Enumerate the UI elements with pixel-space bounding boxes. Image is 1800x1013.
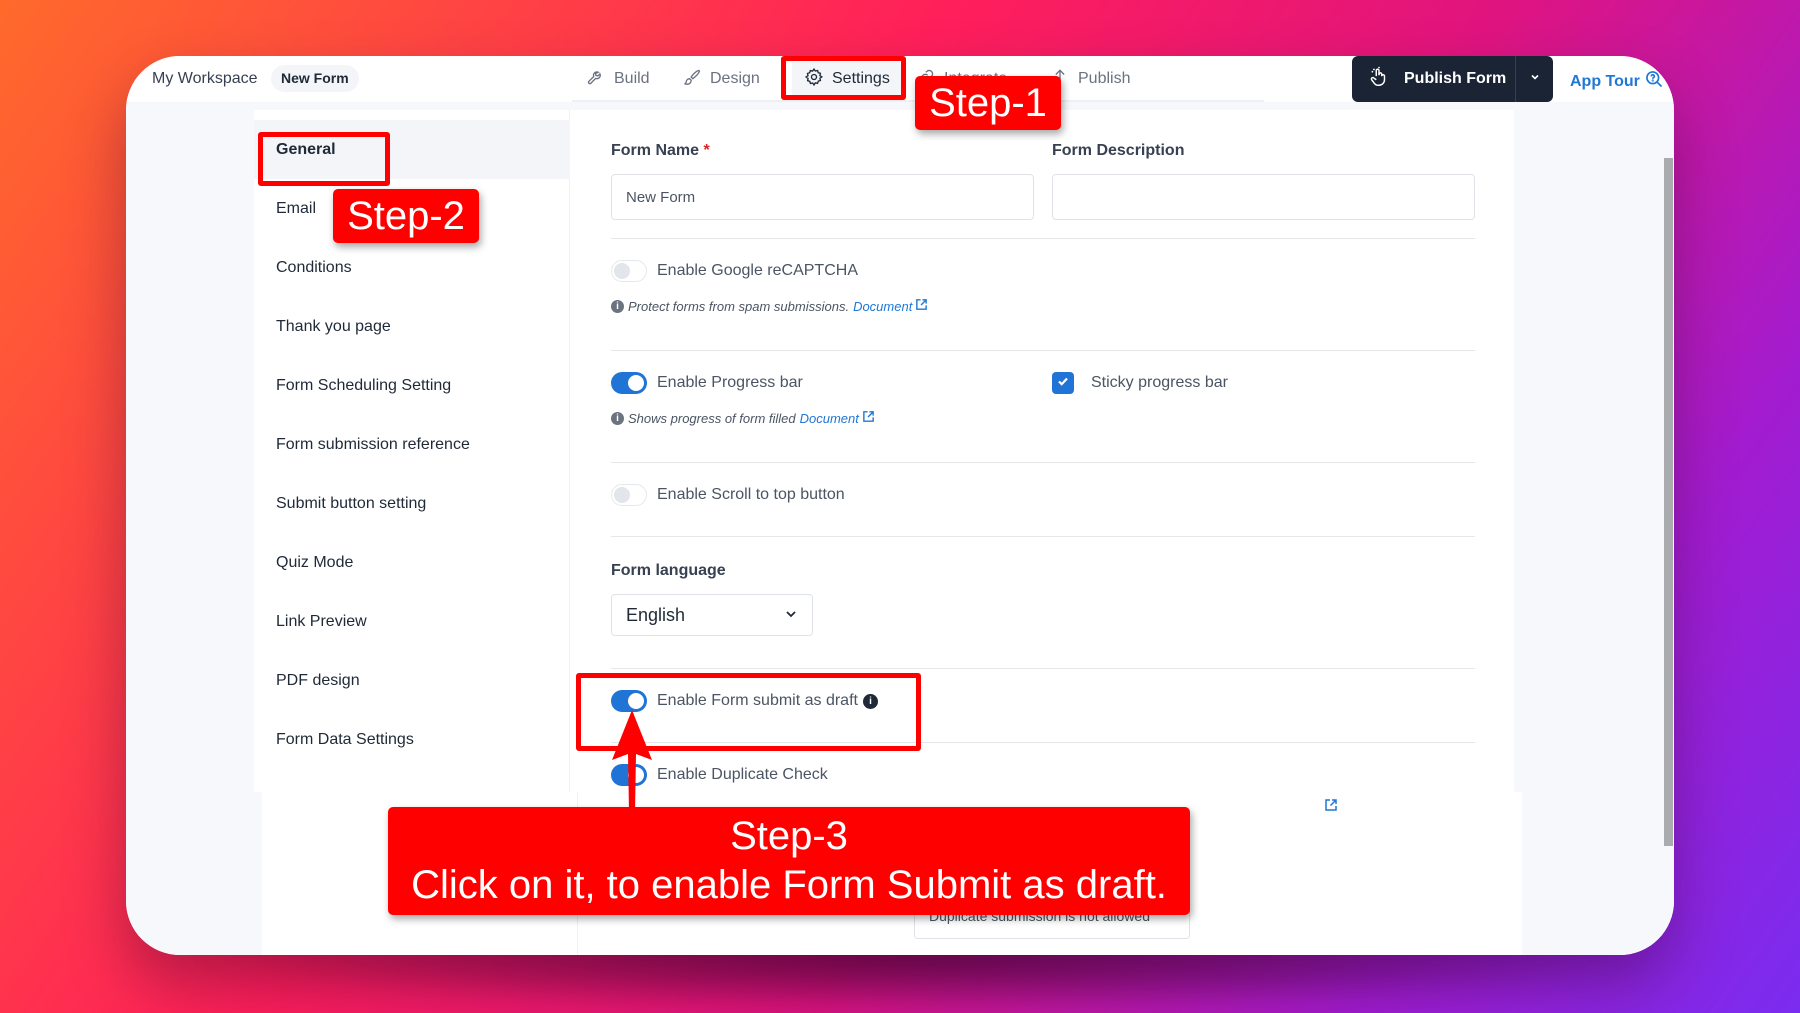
gear-icon — [804, 67, 824, 92]
document-link-label: Document — [799, 410, 859, 426]
app-tour-link[interactable]: App Tour — [1570, 69, 1664, 94]
sidebar-item-label: Form Scheduling Setting — [276, 376, 452, 394]
divider — [611, 536, 1475, 537]
sidebar-item-quiz-mode[interactable]: Quiz Mode — [254, 533, 570, 592]
step2-label: Step-2 — [333, 189, 479, 243]
sidebar-item-label: Thank you page — [276, 317, 391, 335]
sidebar-item-form-scheduling[interactable]: Form Scheduling Setting — [254, 356, 570, 415]
submit-as-draft-label: Enable Form submit as draft i — [657, 692, 878, 710]
sidebar-item-pdf-design[interactable]: PDF design — [254, 651, 570, 710]
sticky-progress-label: Sticky progress bar — [1091, 374, 1228, 391]
duplicate-check-label: Enable Duplicate Check — [657, 766, 828, 783]
sidebar-item-label: Submit button setting — [276, 494, 427, 512]
sidebar-item-link-preview[interactable]: Link Preview — [254, 592, 570, 651]
sidebar-item-form-data-settings[interactable]: Form Data Settings — [254, 710, 570, 769]
tab-publish-label: Publish — [1078, 70, 1131, 87]
chevron-down-icon — [784, 605, 798, 626]
required-mark: * — [703, 142, 710, 159]
form-name-input[interactable] — [611, 174, 1034, 220]
scroll-top-toggle[interactable] — [611, 484, 647, 506]
recaptcha-toggle[interactable] — [611, 260, 647, 282]
tab-design-label: Design — [710, 70, 760, 87]
tab-build[interactable]: Build — [586, 62, 650, 96]
breadcrumb-workspace[interactable]: My Workspace — [152, 70, 258, 88]
form-description-label: Form Description — [1052, 142, 1185, 159]
app-tour-label: App Tour — [1570, 72, 1640, 90]
sidebar-item-submit-button[interactable]: Submit button setting — [254, 474, 570, 533]
recaptcha-hint-text: Protect forms from spam submissions. — [628, 298, 850, 314]
sidebar-item-label: Quiz Mode — [276, 553, 354, 571]
progress-bar-hint: i Shows progress of form filled Document — [611, 410, 875, 426]
submit-as-draft-text: Enable Form submit as draft — [657, 692, 858, 709]
sidebar-item-label: Link Preview — [276, 612, 367, 630]
divider — [611, 350, 1475, 351]
hand-pointer-icon — [1368, 66, 1390, 93]
recaptcha-hint: i Protect forms from spam submissions. D… — [611, 298, 928, 314]
recaptcha-label: Enable Google reCAPTCHA — [657, 262, 858, 279]
wrench-icon — [586, 67, 606, 92]
recaptcha-document-link[interactable]: Document — [853, 298, 928, 314]
form-name-label: Form Name * — [611, 142, 710, 159]
progress-bar-label: Enable Progress bar — [657, 374, 803, 391]
step1-label: Step-1 — [915, 76, 1061, 130]
publish-form-button[interactable]: Publish Form — [1352, 56, 1515, 102]
info-icon[interactable]: i — [862, 693, 878, 709]
publish-options-button[interactable] — [1515, 56, 1553, 102]
form-language-select[interactable]: English — [611, 594, 813, 636]
top-bar: My Workspace New Form Build Design Setti… — [126, 56, 1674, 102]
form-description-input[interactable] — [1052, 174, 1475, 220]
sticky-progress-checkbox[interactable] — [1052, 372, 1074, 394]
vertical-scrollbar[interactable] — [1664, 158, 1673, 846]
tab-settings-label: Settings — [832, 70, 890, 87]
divider — [611, 742, 1475, 743]
sidebar-item-label: Email — [276, 199, 317, 217]
breadcrumb-form-name[interactable]: New Form — [271, 65, 359, 92]
step3-text: Click on it, to enable Form Submit as dr… — [411, 863, 1167, 907]
info-icon: i — [611, 411, 624, 425]
divider — [611, 668, 1475, 669]
form-language-label: Form language — [611, 562, 726, 579]
app-window: My Workspace New Form Build Design Setti… — [126, 56, 1674, 955]
external-link-icon — [862, 410, 875, 426]
progress-document-link[interactable]: Document — [800, 410, 875, 426]
divider — [611, 462, 1475, 463]
submit-as-draft-toggle[interactable] — [611, 690, 647, 712]
tab-settings[interactable]: Settings — [792, 62, 902, 96]
sidebar-item-label: Form Data Settings — [276, 730, 414, 748]
tab-publish[interactable]: Publish — [1050, 62, 1130, 96]
sidebar-item-label: General — [276, 140, 336, 158]
tab-design[interactable]: Design — [682, 62, 760, 96]
tab-build-label: Build — [614, 70, 650, 87]
progress-bar-toggle[interactable] — [611, 372, 647, 394]
step3-title: Step-3 — [730, 814, 848, 858]
document-link-label: Document — [853, 298, 913, 314]
checkmark-icon — [1056, 374, 1070, 393]
scroll-top-label: Enable Scroll to top button — [657, 486, 845, 503]
sidebar-item-submission-reference[interactable]: Form submission reference — [254, 415, 570, 474]
sidebar-item-label: Conditions — [276, 258, 352, 276]
general-settings-panel: Form Name * Form Description Enable Goog… — [570, 110, 1514, 792]
external-link-icon — [915, 298, 928, 314]
sidebar-item-thank-you-page[interactable]: Thank you page — [254, 297, 570, 356]
help-search-icon — [1644, 69, 1664, 94]
step3-callout: Step-3 Click on it, to enable Form Submi… — [388, 807, 1190, 915]
sidebar-item-general[interactable]: General — [254, 120, 570, 179]
form-language-value: English — [626, 604, 686, 625]
brush-icon — [682, 67, 702, 92]
chevron-down-icon — [1529, 70, 1541, 88]
info-icon: i — [611, 299, 624, 313]
progress-hint-text: Shows progress of form filled — [628, 410, 796, 426]
publish-form-label: Publish Form — [1404, 70, 1507, 87]
duplicate-doc-external-link-icon[interactable] — [1324, 798, 1338, 817]
sidebar-item-label: Form submission reference — [276, 435, 470, 453]
divider — [611, 238, 1475, 239]
sidebar-item-conditions[interactable]: Conditions — [254, 238, 570, 297]
sidebar-item-label: PDF design — [276, 671, 360, 689]
